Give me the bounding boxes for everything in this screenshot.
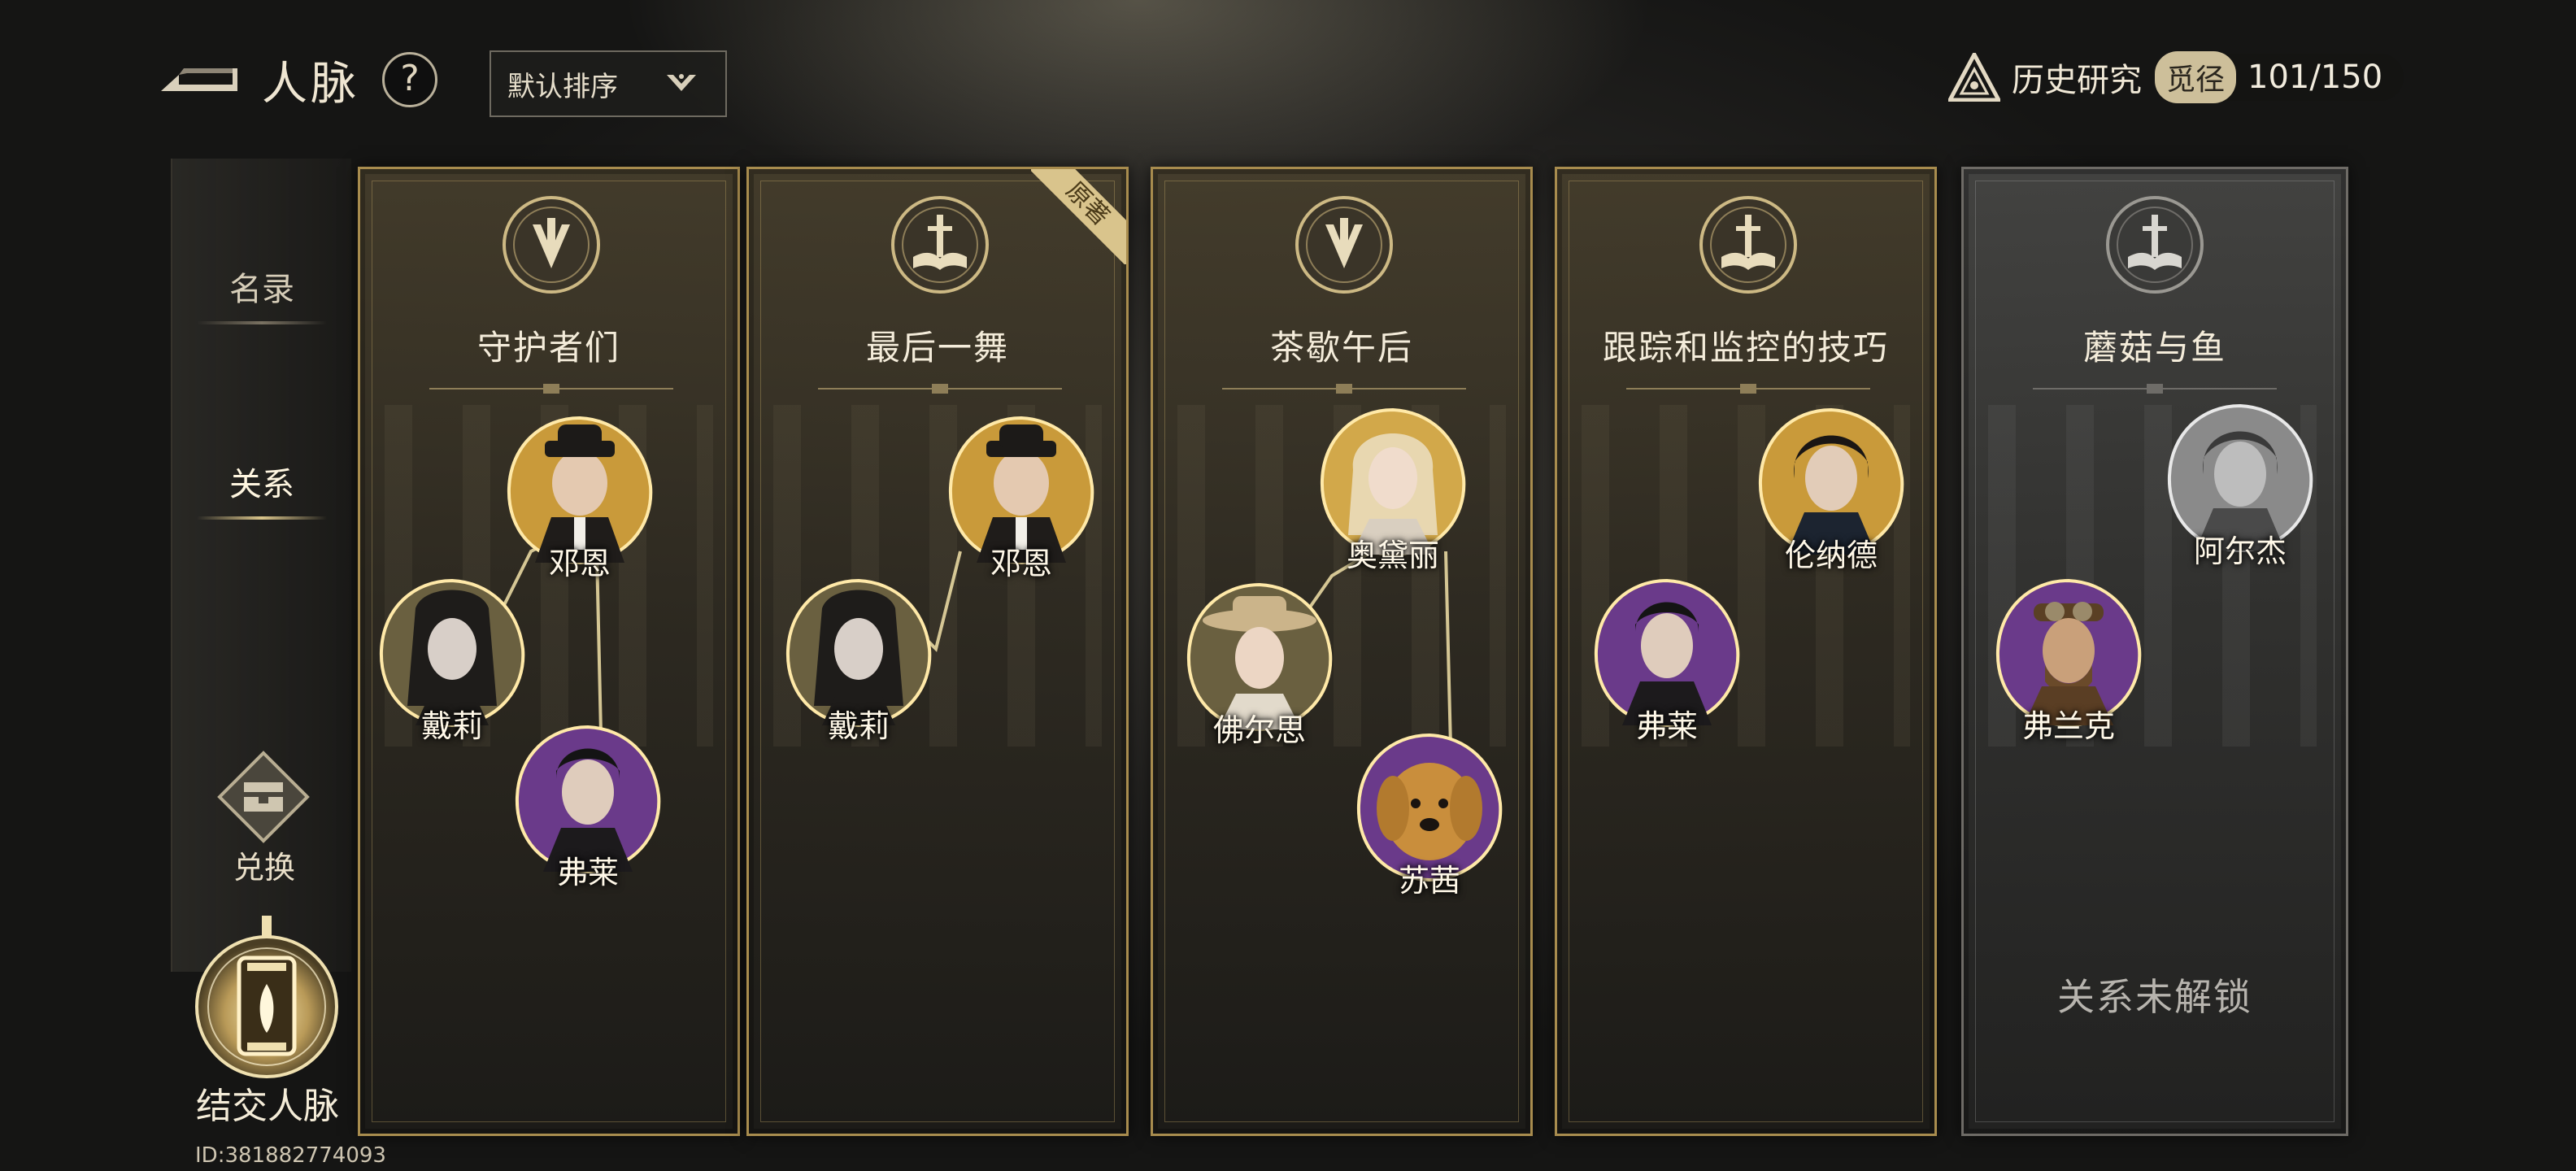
active-indicator bbox=[197, 516, 327, 520]
character-name: 佛尔思 bbox=[1212, 712, 1306, 748]
relation-card-mushroom-fish[interactable]: 蘑菇与鱼 阿尔杰 弗兰克 关系未解锁 bbox=[1961, 167, 2348, 1136]
help-button[interactable]: ? bbox=[382, 52, 437, 107]
relation-card-tracking-skills[interactable]: 跟踪和监控的技巧 伦纳德 弗莱 bbox=[1555, 167, 1937, 1136]
relation-card-guardians[interactable]: 守护者们 邓恩 戴莉 弗莱 bbox=[358, 167, 740, 1136]
page-title: 人脉 bbox=[262, 58, 359, 111]
character-daly[interactable]: 戴莉 bbox=[781, 576, 936, 763]
character-name: 弗莱 bbox=[556, 855, 619, 890]
research-progress-value: 101/150 bbox=[2247, 59, 2383, 96]
character-leonard[interactable]: 伦纳德 bbox=[1754, 405, 1908, 592]
character-name: 苏茜 bbox=[1398, 863, 1460, 899]
chest-icon bbox=[217, 751, 310, 843]
sidebar-item-label: 名录 bbox=[229, 271, 294, 308]
character-susie[interactable]: 苏茜 bbox=[1352, 730, 1507, 917]
make-contacts-label: 结交人脉 bbox=[196, 1086, 339, 1127]
character-fors[interactable]: 佛尔思 bbox=[1182, 580, 1337, 767]
exchange-label: 兑换 bbox=[233, 850, 295, 886]
title-ornament bbox=[2033, 384, 2277, 394]
lantern-icon bbox=[195, 916, 338, 1078]
research-label: 历史研究 bbox=[2012, 62, 2142, 99]
character-name: 奥黛丽 bbox=[1346, 538, 1439, 573]
divider bbox=[197, 321, 327, 324]
character-name: 伦纳德 bbox=[1784, 538, 1878, 573]
character-name: 戴莉 bbox=[827, 708, 890, 744]
sidebar-item-directory[interactable]: 名录 bbox=[172, 263, 351, 324]
character-dunn[interactable]: 邓恩 bbox=[503, 413, 657, 600]
character-name: 弗莱 bbox=[1635, 708, 1698, 744]
character-frye[interactable]: 弗莱 bbox=[511, 722, 665, 909]
back-arrow-icon bbox=[161, 68, 237, 91]
character-audrey[interactable]: 奥黛丽 bbox=[1316, 405, 1470, 592]
history-research[interactable]: 历史研究 觅径 101/150 bbox=[1948, 50, 2404, 104]
back-button[interactable] bbox=[154, 49, 244, 106]
character-frye[interactable]: 弗莱 bbox=[1590, 576, 1744, 763]
research-triangle-icon bbox=[1948, 53, 2000, 102]
character-name: 弗兰克 bbox=[2021, 708, 2115, 744]
locked-status-text: 关系未解锁 bbox=[2057, 975, 2252, 1019]
research-progress: 觅径 101/150 bbox=[2155, 51, 2404, 103]
make-contacts-button[interactable] bbox=[185, 911, 348, 1090]
user-id: ID:381882774093 bbox=[195, 1143, 386, 1168]
character-name: 阿尔杰 bbox=[2193, 533, 2287, 569]
card-title: 跟踪和监控的技巧 bbox=[1602, 328, 1889, 368]
relation-card-afternoon-tea[interactable]: 茶歇午后 奥黛丽 佛尔思 苏茜 bbox=[1151, 167, 1533, 1136]
sidebar-item-label: 关系 bbox=[229, 466, 294, 503]
card-title: 蘑菇与鱼 bbox=[2082, 328, 2226, 368]
sort-dropdown[interactable]: 默认排序 bbox=[490, 50, 727, 117]
character-alger[interactable]: 阿尔杰 bbox=[2163, 401, 2317, 588]
character-dunn[interactable]: 邓恩 bbox=[944, 413, 1099, 600]
title-ornament bbox=[1626, 384, 1870, 394]
book-sword-icon bbox=[1699, 196, 1797, 294]
character-name: 戴莉 bbox=[420, 708, 483, 744]
sidebar-item-relations[interactable]: 关系 bbox=[172, 458, 351, 520]
exchange-button[interactable] bbox=[216, 750, 311, 844]
character-frank[interactable]: 弗兰克 bbox=[1991, 576, 2146, 763]
research-tag: 觅径 bbox=[2155, 51, 2237, 103]
character-name: 邓恩 bbox=[990, 546, 1052, 581]
character-daly[interactable]: 戴莉 bbox=[375, 576, 529, 763]
sort-label: 默认排序 bbox=[507, 70, 618, 103]
relation-card-last-dance[interactable]: 原著 最后一舞 邓恩 戴莉 bbox=[746, 167, 1129, 1136]
chevron-down-icon bbox=[667, 74, 696, 91]
book-sword-icon bbox=[2106, 196, 2204, 294]
